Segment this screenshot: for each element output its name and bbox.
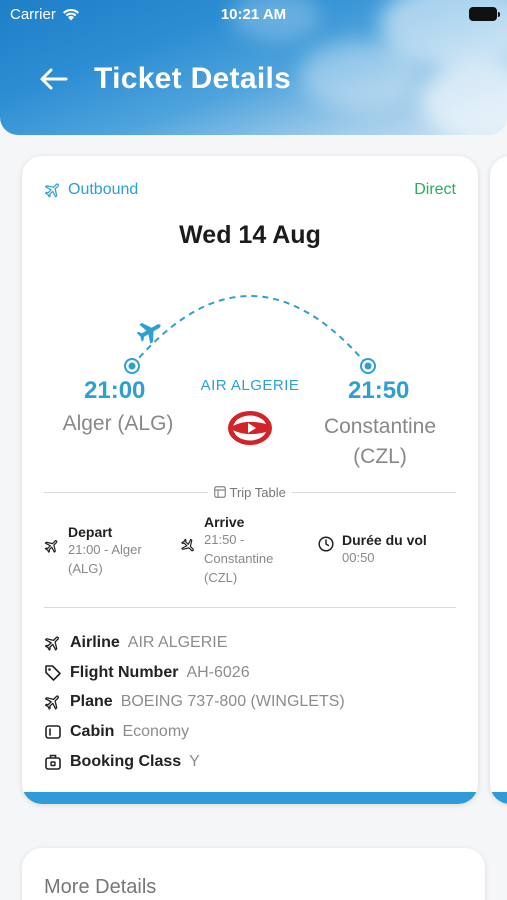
- detail-label: Flight Number: [70, 663, 179, 681]
- trip-arrive: Arrive 21:50 - Constantine (CZL): [180, 514, 304, 587]
- card-accent-bar: [22, 792, 478, 804]
- detail-value: AH-6026: [186, 663, 250, 681]
- flight-date: Wed 14 Aug: [179, 221, 321, 249]
- depart-label: Depart: [68, 524, 113, 540]
- status-bar: Carrier 10:21 AM: [0, 6, 507, 26]
- trip-table: Depart 21:00 - Alger (ALG) Arrive 21:50 …: [44, 514, 464, 594]
- duration-label: Durée du vol: [342, 532, 427, 548]
- stops-badge: Direct: [414, 181, 456, 198]
- takeoff-icon: [44, 540, 58, 553]
- airplane-icon: [44, 695, 60, 711]
- battery-icon: [469, 7, 500, 21]
- arrival-time: 21:50: [348, 377, 410, 404]
- detail-airline: Airline AIR ALGERIE: [44, 628, 345, 658]
- airplane-icon: [44, 183, 59, 198]
- detail-label: Cabin: [70, 723, 115, 741]
- seat-icon: [45, 725, 61, 740]
- detail-booking-class: Booking Class Y: [44, 747, 345, 777]
- status-time: 10:21 AM: [220, 6, 287, 23]
- ticket-card: Outbound Direct Wed 14 Aug 21:00 AIR ALG…: [22, 156, 478, 804]
- detail-value: Economy: [122, 723, 190, 741]
- more-details-card[interactable]: More Details: [22, 848, 485, 900]
- luggage-icon: [45, 754, 61, 770]
- arrival-city: Constantine (CZL): [323, 415, 437, 468]
- route-plane-icon: [136, 322, 161, 344]
- header: Carrier 10:21 AM Ticket Details: [0, 0, 507, 135]
- detail-flight-number: Flight Number AH-6026: [44, 658, 345, 688]
- route-arc: [124, 295, 376, 374]
- duration-value: 00:50: [342, 550, 375, 565]
- next-ticket-card[interactable]: [490, 156, 507, 804]
- flight-details-list: Airline AIR ALGERIE Flight Number AH-602…: [44, 628, 345, 777]
- more-details-title: More Details: [44, 876, 157, 898]
- detail-label: Plane: [70, 693, 113, 711]
- detail-plane: Plane BOEING 737-800 (WINGLETS): [44, 688, 345, 718]
- trip-depart: Depart 21:00 - Alger (ALG): [44, 524, 178, 578]
- airline-name: AIR ALGERIE: [200, 377, 300, 394]
- detail-value: BOEING 737-800 (WINGLETS): [120, 693, 345, 711]
- direction-text: Outbound: [68, 181, 139, 198]
- trip-table-divider: Trip Table: [44, 484, 456, 500]
- airplane-icon: [44, 636, 60, 651]
- arrive-label: Arrive: [204, 514, 245, 530]
- airline-logo: [228, 411, 272, 445]
- clock-icon: [318, 536, 334, 552]
- detail-value: AIR ALGERIE: [127, 633, 228, 651]
- card-accent-bar: [490, 792, 507, 804]
- depart-value: 21:00 - Alger (ALG): [68, 542, 142, 576]
- back-arrow-icon[interactable]: [38, 67, 68, 91]
- detail-value: Y: [189, 753, 200, 771]
- detail-cabin: Cabin Economy: [44, 717, 345, 747]
- divider: [44, 607, 456, 608]
- tag-icon: [45, 664, 61, 681]
- page-title: Ticket Details: [94, 62, 292, 95]
- detail-label: Airline: [70, 633, 120, 651]
- trip-table-label: Trip Table: [229, 485, 286, 500]
- table-icon: [214, 486, 226, 498]
- detail-label: Booking Class: [70, 753, 182, 771]
- landing-icon: [181, 538, 194, 552]
- departure-city: Alger (ALG): [62, 412, 174, 435]
- trip-duration: Durée du vol 00:50: [318, 532, 452, 567]
- arrive-value: 21:50 - Constantine (CZL): [204, 532, 274, 585]
- direction-label: Outbound: [44, 181, 138, 199]
